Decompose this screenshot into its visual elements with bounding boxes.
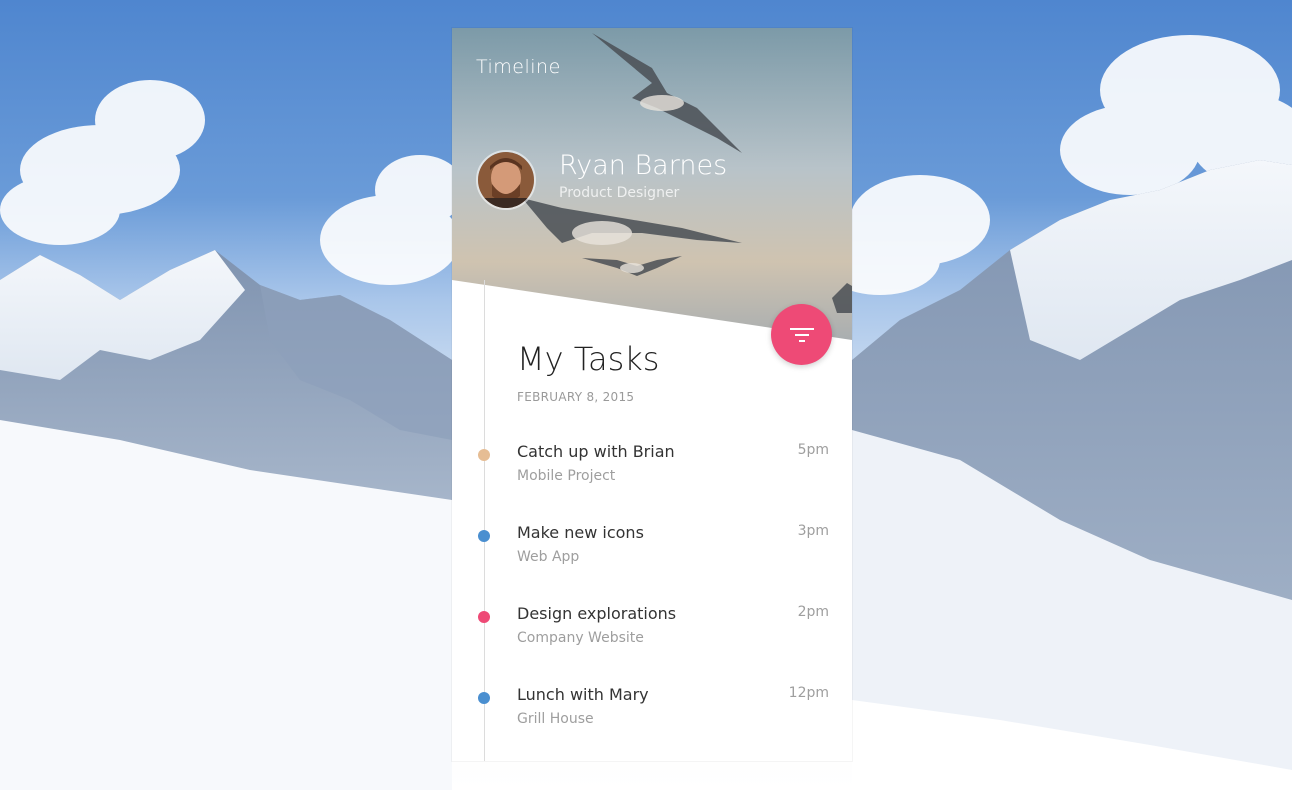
section-title: My Tasks	[517, 340, 660, 378]
timeline-card: Timeline Ryan Barnes Product Designer My…	[452, 28, 852, 761]
task-subtitle: Grill House	[517, 711, 594, 727]
task-subtitle: Company Website	[517, 630, 644, 646]
task-status-dot	[478, 530, 490, 542]
task-item[interactable]: Lunch with Mary Grill House 12pm	[452, 685, 852, 745]
task-time: 5pm	[797, 442, 829, 458]
avatar-photo	[478, 152, 534, 208]
task-item[interactable]: Design explorations Company Website 2pm	[452, 604, 852, 664]
task-item[interactable]: Catch up with Brian Mobile Project 5pm	[452, 442, 852, 502]
task-subtitle: Mobile Project	[517, 468, 616, 484]
filter-icon	[789, 327, 814, 342]
profile-name: Ryan Barnes	[559, 150, 728, 181]
profile-header: Timeline Ryan Barnes Product Designer	[452, 28, 852, 348]
task-time: 12pm	[788, 685, 829, 701]
app-title: Timeline	[476, 56, 561, 78]
task-time: 2pm	[797, 604, 829, 620]
task-title: Catch up with Brian	[517, 442, 675, 461]
profile-role: Product Designer	[559, 185, 680, 201]
task-status-dot	[478, 692, 490, 704]
task-status-dot	[478, 449, 490, 461]
avatar[interactable]	[476, 150, 536, 210]
section-date: FEBRUARY 8, 2015	[517, 390, 635, 404]
task-time: 3pm	[797, 523, 829, 539]
task-item[interactable]: Make new icons Web App 3pm	[452, 523, 852, 583]
task-subtitle: Web App	[517, 549, 580, 565]
filter-button[interactable]	[771, 304, 832, 365]
task-title: Make new icons	[517, 523, 644, 542]
task-title: Lunch with Mary	[517, 685, 649, 704]
task-status-dot	[478, 611, 490, 623]
task-title: Design explorations	[517, 604, 677, 623]
app-viewport: Timeline Ryan Barnes Product Designer My…	[0, 0, 1292, 790]
